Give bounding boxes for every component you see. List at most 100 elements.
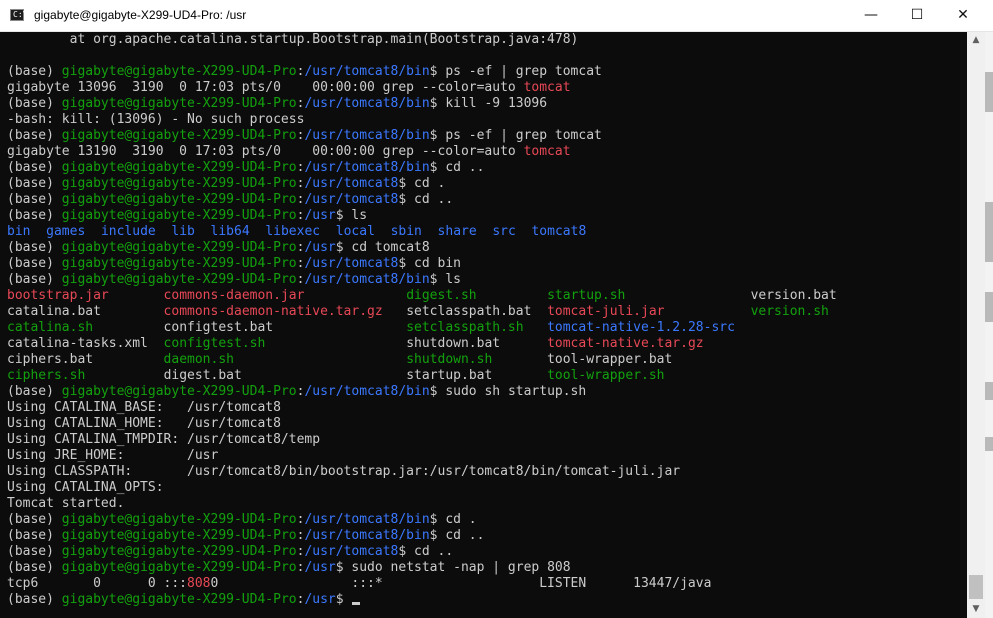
terminal-text-segment: gigabyte@gigabyte-X299-UD4-Pro — [61, 192, 297, 207]
terminal-icon-glyph: C:\ — [13, 10, 28, 19]
terminal-text-segment: (base) — [7, 592, 62, 607]
terminal-text-segment: version.sh — [750, 304, 829, 319]
terminal-text-segment: tomcat — [523, 80, 571, 95]
maximize-button[interactable]: ☐ — [894, 0, 940, 31]
terminal-text-segment: shutdown.bat — [406, 336, 501, 351]
terminal-text-segment: /usr/tomcat8/bin — [304, 528, 430, 543]
terminal-line: Using CLASSPATH: /usr/tomcat8/bin/bootst… — [7, 464, 837, 480]
terminal-text-segment: tool-wrapper.sh — [547, 368, 665, 383]
terminal-line: Using CATALINA_TMPDIR: /usr/tomcat8/temp — [7, 432, 837, 448]
terminal-text-segment: /usr/tomcat8/bin — [304, 96, 430, 111]
terminal-text-segment: $ cd .. — [429, 160, 485, 175]
terminal-text-segment: gigabyte@gigabyte-X299-UD4-Pro — [61, 384, 297, 399]
terminal-text-segment: tomcat-juli.jar — [547, 304, 665, 319]
text-cursor — [352, 602, 361, 605]
terminal-text-segment: /usr/tomcat8/bin — [304, 512, 430, 527]
terminal-text-segment: (base) — [7, 96, 62, 111]
terminal-text-segment: sbin — [390, 224, 422, 239]
terminal-line: ciphers.sh digest.bat startup.bat tool-w… — [7, 368, 837, 384]
terminal-text-segment: gigabyte@gigabyte-X299-UD4-Pro — [61, 208, 297, 223]
close-button[interactable]: ✕ — [940, 0, 986, 31]
terminal-line: at org.apache.catalina.startup.Bootstrap… — [7, 32, 837, 48]
terminal-text-segment: gigabyte@gigabyte-X299-UD4-Pro — [61, 512, 297, 527]
terminal-text-segment: $ cd .. — [398, 192, 454, 207]
terminal-text-segment: tool-wrapper.bat — [547, 352, 673, 367]
terminal-text-segment: gigabyte 13096 3190 0 17:03 pts/0 00:00:… — [7, 80, 524, 95]
terminal-text-segment: $ cd . — [398, 176, 446, 191]
terminal-text-segment: tomcat-native-1.2.28-src — [547, 320, 735, 335]
terminal-text-segment: tomcat-native.tar.gz — [547, 336, 704, 351]
terminal-text-segment: catalina.bat — [7, 304, 101, 319]
terminal-line: Using JRE_HOME: /usr — [7, 448, 837, 464]
terminal-text-segment: Using CATALINA_OPTS: — [7, 480, 164, 495]
terminal-text-segment: tomcat — [523, 144, 571, 159]
minimize-button[interactable]: — — [848, 0, 894, 31]
terminal-output[interactable]: at org.apache.catalina.startup.Bootstrap… — [0, 32, 967, 618]
terminal-text-segment: $ ls — [429, 272, 461, 287]
terminal-window: C:\ gigabyte@gigabyte-X299-UD4-Pro: /usr… — [0, 0, 993, 618]
terminal-text-segment: catalina.sh — [7, 320, 94, 335]
terminal-line: -bash: kill: (13096) - No such process — [7, 112, 837, 128]
terminal-text-segment: $ ps -ef | grep tomcat — [429, 64, 602, 79]
terminal-text-segment: 0 :::* LISTEN 13447/java — [210, 576, 712, 591]
terminal-text-segment: lib64 — [210, 224, 250, 239]
terminal-line: (base) gigabyte@gigabyte-X299-UD4-Pro:/u… — [7, 384, 837, 400]
terminal-text-segment: (base) — [7, 528, 62, 543]
terminal-text-segment: /usr/tomcat8 — [304, 544, 399, 559]
terminal-line: ciphers.bat daemon.sh shutdown.sh tool-w… — [7, 352, 837, 368]
background-text-mark — [985, 202, 993, 262]
terminal-text-segment: gigabyte@gigabyte-X299-UD4-Pro — [61, 256, 297, 271]
terminal-text-segment: (base) — [7, 240, 62, 255]
terminal-text-segment: $ cd tomcat8 — [335, 240, 430, 255]
terminal-text-segment: tcp6 0 0 ::: — [7, 576, 188, 591]
vertical-scrollbar[interactable]: ▲ ▼ — [967, 32, 985, 618]
terminal-line: (base) gigabyte@gigabyte-X299-UD4-Pro:/u… — [7, 208, 837, 224]
terminal-text-segment: (base) — [7, 512, 62, 527]
terminal-text-segment: (base) — [7, 160, 62, 175]
terminal-text-segment: version.bat — [750, 288, 837, 303]
terminal-line: (base) gigabyte@gigabyte-X299-UD4-Pro:/u… — [7, 528, 837, 544]
terminal-text-segment: gigabyte@gigabyte-X299-UD4-Pro — [61, 64, 297, 79]
terminal-text-segment: 808 — [187, 576, 211, 591]
terminal-line: gigabyte 13190 3190 0 17:03 pts/0 00:00:… — [7, 144, 837, 160]
terminal-text-segment: gigabyte@gigabyte-X299-UD4-Pro — [61, 272, 297, 287]
terminal-text-segment: gigabyte@gigabyte-X299-UD4-Pro — [61, 560, 297, 575]
terminal-line: Using CATALINA_HOME: /usr/tomcat8 — [7, 416, 837, 432]
terminal-line: (base) gigabyte@gigabyte-X299-UD4-Pro:/u… — [7, 96, 837, 112]
terminal-text-segment: $ cd . — [429, 512, 477, 527]
terminal-text-segment: startup.sh — [547, 288, 626, 303]
terminal-text-segment: /usr — [304, 208, 336, 223]
terminal-text-segment: Tomcat started. — [7, 496, 125, 511]
terminal-text-segment: Using CATALINA_HOME: /usr/tomcat8 — [7, 416, 281, 431]
terminal-text-segment: setclasspath.sh — [406, 320, 524, 335]
terminal-text-segment: daemon.sh — [163, 352, 234, 367]
terminal-text-segment: (base) — [7, 208, 62, 223]
background-window-edge — [985, 32, 993, 618]
terminal-text-segment: src — [492, 224, 516, 239]
scroll-down-arrow-icon[interactable]: ▼ — [967, 601, 985, 618]
scrollbar-thumb[interactable] — [969, 575, 983, 599]
terminal-line: catalina.sh configtest.bat setclasspath.… — [7, 320, 837, 336]
terminal-text-segment: gigabyte@gigabyte-X299-UD4-Pro — [61, 544, 297, 559]
terminal-line: (base) gigabyte@gigabyte-X299-UD4-Pro:/u… — [7, 176, 837, 192]
terminal-icon[interactable]: C:\ — [10, 9, 28, 21]
terminal-text-segment: /usr — [304, 560, 336, 575]
terminal-line: catalina.bat commons-daemon-native.tar.g… — [7, 304, 837, 320]
terminal-line: gigabyte 13096 3190 0 17:03 pts/0 00:00:… — [7, 80, 837, 96]
title-bar[interactable]: C:\ gigabyte@gigabyte-X299-UD4-Pro: /usr… — [0, 0, 993, 32]
terminal-text-segment: $ sudo netstat -nap | grep 808 — [335, 560, 571, 575]
scroll-up-arrow-icon[interactable]: ▲ — [967, 32, 985, 49]
